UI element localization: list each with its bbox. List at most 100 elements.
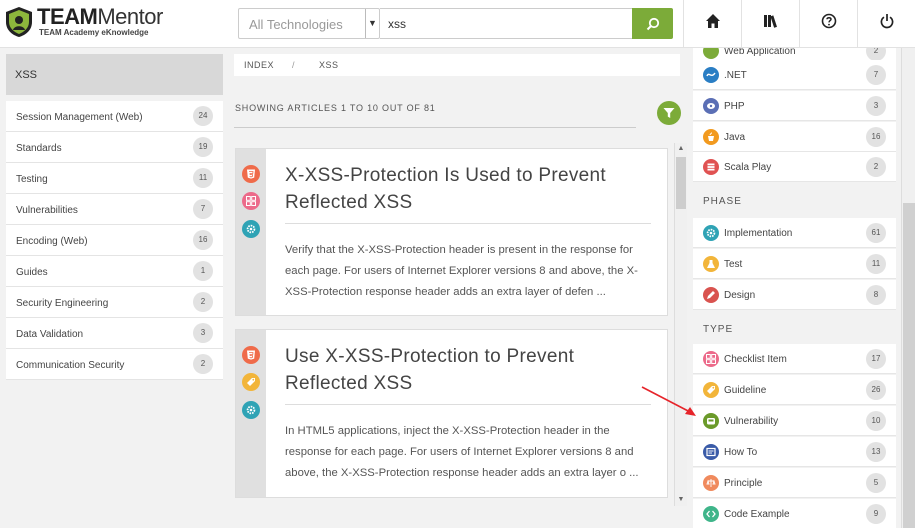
filter-item-count: 16 <box>866 127 886 147</box>
flask-icon <box>703 256 719 272</box>
sidebar-item-count: 2 <box>193 292 213 312</box>
category-sidebar: XSS Session Management (Web) 24 Standards… <box>6 54 223 380</box>
power-icon <box>880 14 894 29</box>
gear-icon <box>242 401 260 419</box>
filter-item-label: Guideline <box>724 385 767 396</box>
article-list-scrollbar[interactable]: ▲ ▼ <box>674 143 687 506</box>
filter-item-how-to[interactable]: How To 13 <box>693 437 896 467</box>
scroll-down-icon[interactable]: ▼ <box>675 494 687 506</box>
article-card[interactable]: X-XSS-Protection Is Used to Prevent Refl… <box>235 148 668 316</box>
scrollbar-thumb[interactable] <box>903 203 915 528</box>
team-mentor-logo[interactable]: TEAMMentor TEAM Academy eKnowledge <box>5 4 225 42</box>
filter-item-label: Design <box>724 290 756 301</box>
gear-icon <box>242 220 260 238</box>
home-button[interactable] <box>683 0 741 48</box>
filter-item-principle[interactable]: Principle 5 <box>693 468 896 498</box>
dotnet-icon <box>703 67 719 83</box>
filter-item-guideline[interactable]: Guideline 26 <box>693 375 896 405</box>
sidebar-item-label: Encoding (Web) <box>16 236 88 247</box>
sidebar-item-label: Security Engineering <box>16 298 109 309</box>
code-icon <box>703 506 719 522</box>
filter-item-implementation[interactable]: Implementation 61 <box>693 218 896 248</box>
filter-item-label: Checklist Item <box>724 354 787 365</box>
breadcrumb-index-link[interactable]: INDEX <box>244 60 274 70</box>
filter-item-php[interactable]: PHP 3 <box>693 91 896 121</box>
filter-item-count: 11 <box>866 254 886 274</box>
phase-heading: PHASE <box>703 196 742 207</box>
filter-button[interactable] <box>657 101 681 125</box>
filter-item-count: 17 <box>866 349 886 369</box>
home-icon <box>706 14 720 28</box>
filter-item-java[interactable]: Java 16 <box>693 122 896 152</box>
sidebar-item-count: 3 <box>193 323 213 343</box>
article-excerpt: Verify that the X-XSS-Protection header … <box>285 244 638 298</box>
sidebar-item-label: Guides <box>16 267 48 278</box>
filter-item-count: 61 <box>866 223 886 243</box>
scrollbar-thumb[interactable] <box>676 157 686 209</box>
library-icon <box>764 15 777 28</box>
sidebar-item-guides[interactable]: Guides 1 <box>6 256 223 287</box>
checklist-icon <box>242 192 260 210</box>
search-icon <box>646 17 660 31</box>
sidebar-item-standards[interactable]: Standards 19 <box>6 132 223 163</box>
divider <box>285 404 651 405</box>
filter-item-code-example[interactable]: Code Example 9 <box>693 499 896 528</box>
scroll-up-icon[interactable]: ▲ <box>675 143 687 155</box>
search-button[interactable] <box>632 8 673 39</box>
article-excerpt: In HTML5 applications, inject the X-XSS-… <box>285 425 639 479</box>
guideline-icon <box>703 382 719 398</box>
filter-item-test[interactable]: Test 11 <box>693 249 896 279</box>
filter-panel: Web Application 2 .NET 7 PHP 3 Java 16 S… <box>693 48 896 528</box>
sidebar-item-vulnerabilities[interactable]: Vulnerabilities 7 <box>6 194 223 225</box>
filter-item-label: Java <box>724 132 746 143</box>
sidebar-item-communication-security[interactable]: Communication Security 2 <box>6 349 223 380</box>
pencil-icon <box>703 287 719 303</box>
divider <box>234 127 636 128</box>
filter-item-design[interactable]: Design 8 <box>693 280 896 310</box>
search-input[interactable] <box>380 8 633 39</box>
filter-item-vulnerability[interactable]: Vulnerability 10 <box>693 406 896 436</box>
type-heading: TYPE <box>703 324 734 335</box>
filter-item-scala-play[interactable]: Scala Play 2 <box>693 152 896 182</box>
breadcrumb-current: XSS <box>319 60 339 70</box>
article-title[interactable]: X-XSS-Protection Is Used to Prevent Refl… <box>285 162 655 216</box>
sidebar-heading[interactable]: XSS <box>6 54 223 95</box>
results-summary: SHOWING ARTICLES 1 TO 10 OUT OF 81 <box>235 103 436 113</box>
filter-item-count: 10 <box>866 411 886 431</box>
top-header: TEAMMentor TEAM Academy eKnowledge All T… <box>0 0 915 48</box>
filter-item-count: 7 <box>866 65 886 85</box>
principle-icon <box>703 475 719 491</box>
sidebar-item-count: 24 <box>193 106 213 126</box>
sidebar-item-label: Testing <box>16 174 48 185</box>
checklist-icon <box>703 351 719 367</box>
technology-select[interactable]: All Technologies ▼ <box>238 8 380 39</box>
filter-item-label: Web Application <box>724 48 796 57</box>
filter-item-label: PHP <box>724 101 745 112</box>
filter-item-count: 26 <box>866 380 886 400</box>
sidebar-item-security-engineering[interactable]: Security Engineering 2 <box>6 287 223 318</box>
sidebar-item-count: 16 <box>193 230 213 250</box>
filter-item-count: 5 <box>866 473 886 493</box>
filter-item-dotnet[interactable]: .NET 7 <box>693 60 896 90</box>
sidebar-item-count: 19 <box>193 137 213 157</box>
article-title[interactable]: Use X-XSS-Protection to Prevent Reflecte… <box>285 343 655 397</box>
annotation-arrow-icon <box>641 386 696 416</box>
sidebar-item-label: Vulnerabilities <box>16 205 78 216</box>
filter-panel-scrollbar[interactable] <box>901 48 915 528</box>
help-icon <box>821 13 837 29</box>
article-card[interactable]: Use X-XSS-Protection to Prevent Reflecte… <box>235 329 668 498</box>
sidebar-item-count: 1 <box>193 261 213 281</box>
gear-icon <box>703 225 719 241</box>
guideline-icon <box>242 373 260 391</box>
sidebar-item-testing[interactable]: Testing 11 <box>6 163 223 194</box>
filter-item-count: 2 <box>866 157 886 177</box>
filter-item-checklist-item[interactable]: Checklist Item 17 <box>693 344 896 374</box>
help-button[interactable] <box>799 0 857 48</box>
sidebar-item-data-validation[interactable]: Data Validation 3 <box>6 318 223 349</box>
sidebar-item-encoding[interactable]: Encoding (Web) 16 <box>6 225 223 256</box>
vulnerability-icon <box>703 413 719 429</box>
java-icon <box>703 129 719 145</box>
logout-button[interactable] <box>857 0 915 48</box>
library-button[interactable] <box>741 0 799 48</box>
sidebar-item-session-management[interactable]: Session Management (Web) 24 <box>6 101 223 132</box>
